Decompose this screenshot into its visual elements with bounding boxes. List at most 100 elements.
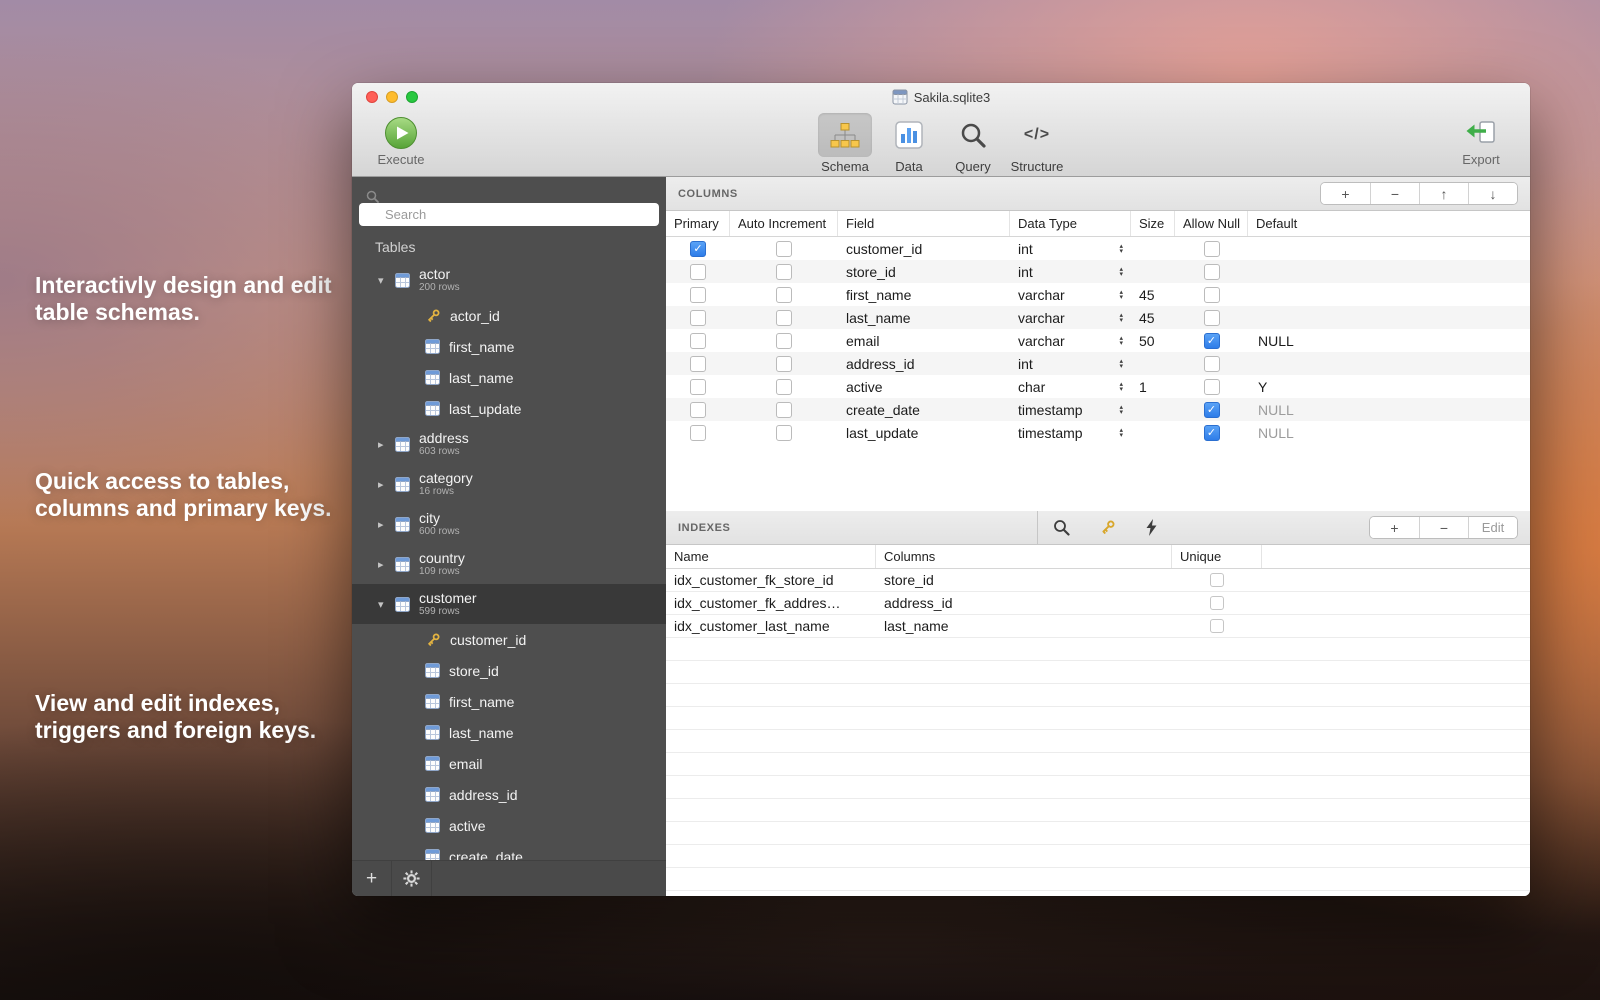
tab-data[interactable]: Data — [882, 113, 936, 174]
sidebar-table-actor[interactable]: ▾actor200 rows — [352, 260, 666, 300]
sidebar-column-first_name[interactable]: first_name — [352, 686, 666, 717]
columns-row[interactable]: last_namevarchar▴▾45 — [666, 306, 1530, 329]
disclosure-closed-icon[interactable]: ▸ — [378, 558, 395, 571]
primary-checkbox[interactable] — [690, 264, 706, 280]
sidebar-column-last_name[interactable]: last_name — [352, 717, 666, 748]
sidebar-column-last_update[interactable]: last_update — [352, 393, 666, 424]
sidebar-column-store_id[interactable]: store_id — [352, 655, 666, 686]
primary-checkbox[interactable] — [690, 356, 706, 372]
primary-checkbox[interactable] — [690, 333, 706, 349]
allow-null-checkbox[interactable]: ✓ — [1204, 425, 1220, 441]
allow-null-checkbox[interactable] — [1204, 310, 1220, 326]
auto-increment-checkbox[interactable] — [776, 425, 792, 441]
auto-increment-checkbox[interactable] — [776, 402, 792, 418]
auto-increment-checkbox[interactable] — [776, 241, 792, 257]
sidebar-column-email[interactable]: email — [352, 748, 666, 779]
primary-checkbox[interactable] — [690, 402, 706, 418]
sidebar-column-last_name[interactable]: last_name — [352, 362, 666, 393]
allow-null-checkbox[interactable] — [1204, 241, 1220, 257]
auto-increment-checkbox[interactable] — [776, 333, 792, 349]
minimize-button[interactable] — [386, 91, 398, 103]
columns-row[interactable]: ✓customer_idint▴▾ — [666, 237, 1530, 260]
index-name-cell: idx_customer_fk_store_id — [666, 569, 876, 591]
sidebar-column-first_name[interactable]: first_name — [352, 331, 666, 362]
auto-increment-checkbox[interactable] — [776, 379, 792, 395]
sidebar-column-actor_id[interactable]: actor_id — [352, 300, 666, 331]
sidebar-table-customer[interactable]: ▾customer599 rows — [352, 584, 666, 624]
tab-query[interactable]: Query — [946, 113, 1000, 174]
search-input[interactable] — [359, 203, 659, 226]
unique-checkbox[interactable] — [1210, 619, 1224, 633]
unique-checkbox[interactable] — [1210, 596, 1224, 610]
auto-increment-checkbox[interactable] — [776, 287, 792, 303]
auto-increment-checkbox[interactable] — [776, 264, 792, 280]
close-button[interactable] — [366, 91, 378, 103]
foreign-key-icon[interactable] — [1099, 519, 1116, 536]
settings-button[interactable] — [392, 861, 432, 896]
sidebar-column-create_date[interactable]: create_date — [352, 841, 666, 860]
allow-null-checkbox[interactable] — [1204, 356, 1220, 372]
sidebar-column-active[interactable]: active — [352, 810, 666, 841]
data-type-stepper[interactable]: ▴▾ — [1119, 267, 1123, 277]
primary-checkbox[interactable] — [690, 425, 706, 441]
sidebar-table-category[interactable]: ▸category16 rows — [352, 464, 666, 504]
columns-row[interactable]: store_idint▴▾ — [666, 260, 1530, 283]
execute-button[interactable]: Execute — [366, 116, 436, 167]
allow-null-checkbox[interactable]: ✓ — [1204, 402, 1220, 418]
zoom-button[interactable] — [406, 91, 418, 103]
sidebar-column-address_id[interactable]: address_id — [352, 779, 666, 810]
tab-schema[interactable]: Schema — [818, 113, 872, 174]
data-type-stepper[interactable]: ▴▾ — [1119, 313, 1123, 323]
data-type-stepper[interactable]: ▴▾ — [1119, 405, 1123, 415]
index-row[interactable]: idx_customer_fk_store_idstore_id — [666, 569, 1530, 592]
add-table-button[interactable]: + — [352, 861, 392, 896]
sidebar-table-address[interactable]: ▸address603 rows — [352, 424, 666, 464]
export-button[interactable]: Export — [1446, 116, 1516, 167]
allow-null-checkbox[interactable] — [1204, 264, 1220, 280]
data-type-stepper[interactable]: ▴▾ — [1119, 428, 1123, 438]
primary-checkbox[interactable] — [690, 287, 706, 303]
remove-column-button[interactable]: − — [1370, 183, 1419, 204]
data-type-stepper[interactable]: ▴▾ — [1119, 244, 1123, 254]
title-bar[interactable]: Sakila.sqlite3 — [352, 83, 1530, 111]
columns-row[interactable]: activechar▴▾1Y — [666, 375, 1530, 398]
columns-row[interactable]: first_namevarchar▴▾45 — [666, 283, 1530, 306]
unique-checkbox[interactable] — [1210, 573, 1224, 587]
disclosure-open-icon[interactable]: ▾ — [378, 598, 395, 611]
sidebar-column-customer_id[interactable]: customer_id — [352, 624, 666, 655]
move-column-down-button[interactable]: ↓ — [1468, 183, 1517, 204]
tab-structure-label: Structure — [1011, 159, 1064, 174]
columns-row[interactable]: create_datetimestamp▴▾✓NULL — [666, 398, 1530, 421]
auto-increment-checkbox[interactable] — [776, 356, 792, 372]
trigger-lightning-icon[interactable] — [1145, 519, 1158, 536]
auto-increment-checkbox[interactable] — [776, 310, 792, 326]
index-search-icon[interactable] — [1053, 519, 1070, 536]
index-row[interactable]: idx_customer_fk_addres…address_id — [666, 592, 1530, 615]
add-column-button[interactable]: + — [1321, 183, 1370, 204]
sidebar-table-country[interactable]: ▸country109 rows — [352, 544, 666, 584]
allow-null-checkbox[interactable] — [1204, 379, 1220, 395]
primary-checkbox[interactable] — [690, 379, 706, 395]
remove-index-button[interactable]: − — [1419, 517, 1468, 538]
tab-structure[interactable]: </> Structure — [1010, 113, 1064, 174]
disclosure-closed-icon[interactable]: ▸ — [378, 478, 395, 491]
disclosure-closed-icon[interactable]: ▸ — [378, 438, 395, 451]
edit-index-button[interactable]: Edit — [1468, 517, 1517, 538]
disclosure-open-icon[interactable]: ▾ — [378, 274, 395, 287]
move-column-up-button[interactable]: ↑ — [1419, 183, 1468, 204]
data-type-stepper[interactable]: ▴▾ — [1119, 359, 1123, 369]
data-type-stepper[interactable]: ▴▾ — [1119, 290, 1123, 300]
columns-row[interactable]: last_updatetimestamp▴▾✓NULL — [666, 421, 1530, 444]
data-type-stepper[interactable]: ▴▾ — [1119, 382, 1123, 392]
primary-checkbox[interactable] — [690, 310, 706, 326]
columns-row[interactable]: address_idint▴▾ — [666, 352, 1530, 375]
data-type-stepper[interactable]: ▴▾ — [1119, 336, 1123, 346]
allow-null-checkbox[interactable] — [1204, 287, 1220, 303]
allow-null-checkbox[interactable]: ✓ — [1204, 333, 1220, 349]
index-row[interactable]: idx_customer_last_namelast_name — [666, 615, 1530, 638]
add-index-button[interactable]: + — [1370, 517, 1419, 538]
primary-checkbox[interactable]: ✓ — [690, 241, 706, 257]
sidebar-table-city[interactable]: ▸city600 rows — [352, 504, 666, 544]
columns-row[interactable]: emailvarchar▴▾50✓NULL — [666, 329, 1530, 352]
disclosure-closed-icon[interactable]: ▸ — [378, 518, 395, 531]
